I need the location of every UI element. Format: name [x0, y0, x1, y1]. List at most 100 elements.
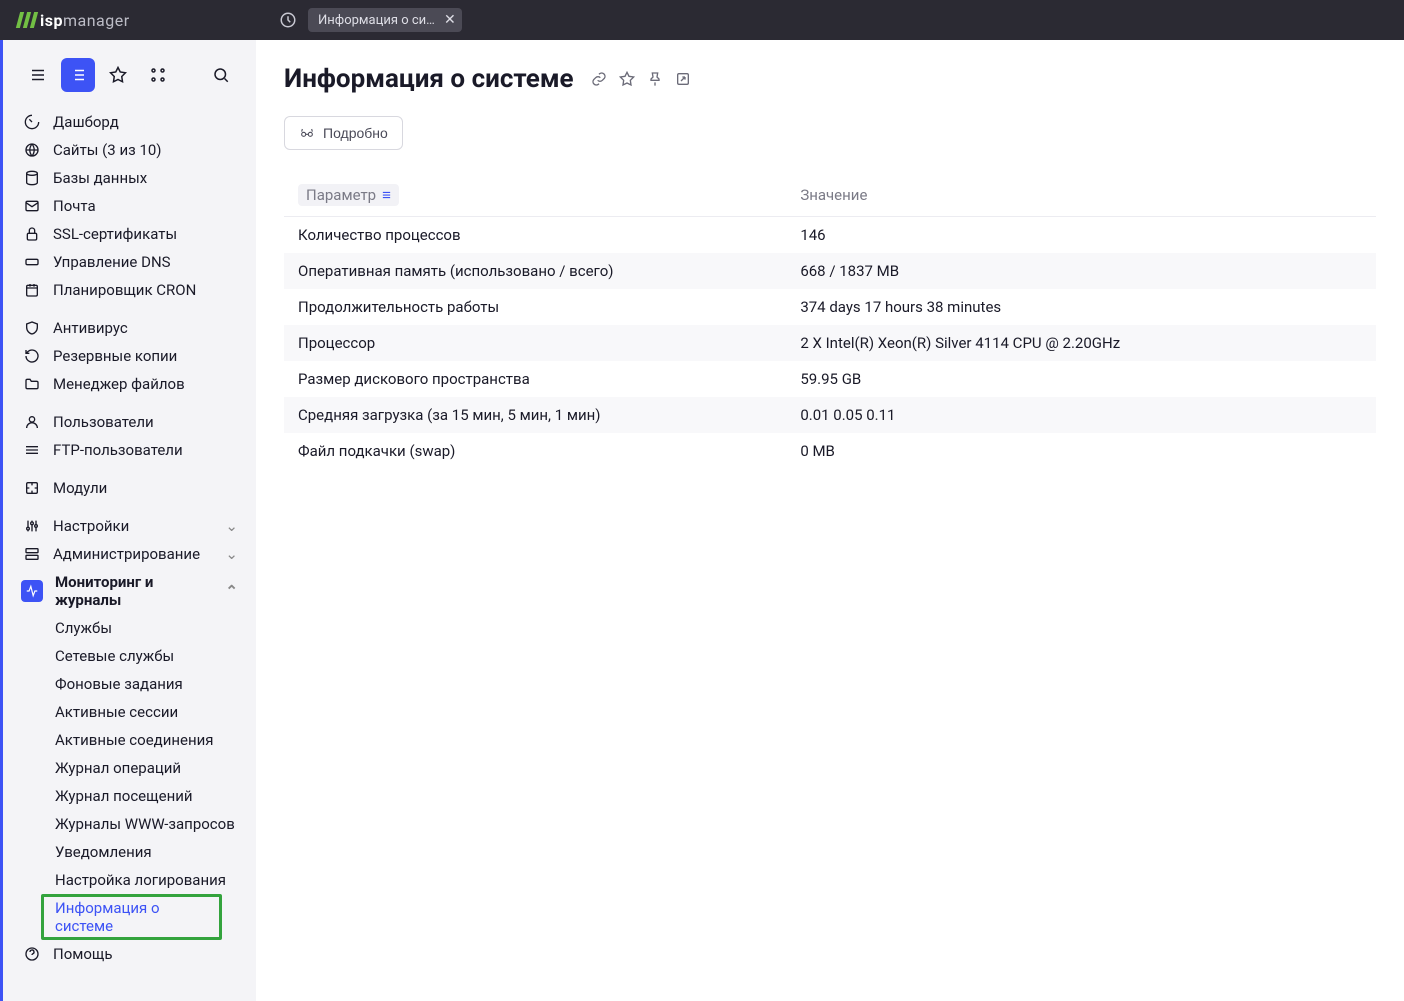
ftp-icon [23, 441, 41, 459]
submenu-sysinfo[interactable]: Информация о системе [41, 894, 222, 940]
sidebar-item-antivirus[interactable]: Антивирус [3, 314, 256, 342]
apps-icon[interactable] [141, 58, 175, 92]
database-icon [23, 169, 41, 187]
search-icon[interactable] [204, 58, 238, 92]
cell-value: 2 X Intel(R) Xeon(R) Silver 4114 CPU @ 2… [786, 325, 1376, 361]
brand-light: manager [63, 11, 130, 30]
submenu-connections[interactable]: Активные соединения [3, 726, 256, 754]
submenu-logging[interactable]: Настройка логирования [3, 866, 256, 894]
sidebar-item-label: Сайты (3 из 10) [53, 141, 162, 159]
cell-param: Оперативная память (использовано / всего… [284, 253, 786, 289]
sidebar-item-label: Мониторинг и журналы [55, 573, 213, 609]
cell-param: Процессор [284, 325, 786, 361]
server-icon [23, 545, 41, 563]
sidebar-item-filemanager[interactable]: Менеджер файлов [3, 370, 256, 398]
sidebar-item-dns[interactable]: Управление DNS [3, 248, 256, 276]
sidebar-item-monitoring[interactable]: Мониторинг и журналы ⌃ [3, 568, 256, 614]
dns-icon [23, 253, 41, 271]
cell-param: Размер дискового пространства [284, 361, 786, 397]
sidebar-item-db[interactable]: Базы данных [3, 164, 256, 192]
sidebar-item-label: SSL-сертификаты [53, 225, 177, 243]
sidebar-item-label: Модули [53, 479, 107, 497]
sort-icon: ≡ [382, 186, 391, 204]
brand-bars-icon [18, 12, 36, 28]
star-icon[interactable] [618, 70, 636, 88]
table-row[interactable]: Файл подкачки (swap)0 MB [284, 433, 1376, 469]
sidebar-item-users[interactable]: Пользователи [3, 408, 256, 436]
gauge-icon [23, 113, 41, 131]
glasses-icon [299, 125, 315, 141]
sysinfo-table: Параметр ≡ Значение Количество процессов1… [284, 174, 1376, 469]
chevron-down-icon: ⌄ [225, 517, 238, 535]
cell-value: 0 MB [786, 433, 1376, 469]
chevron-up-icon: ⌃ [225, 582, 238, 600]
submenu-netservices[interactable]: Сетевые службы [3, 642, 256, 670]
detail-button[interactable]: Подробно [284, 116, 403, 150]
history-icon[interactable] [276, 8, 300, 32]
refresh-icon [23, 347, 41, 365]
external-icon[interactable] [674, 70, 692, 88]
table-row[interactable]: Средняя загрузка (за 15 мин, 5 мин, 1 ми… [284, 397, 1376, 433]
sidebar-item-modules[interactable]: Модули [3, 474, 256, 502]
sidebar-item-label: Помощь [53, 945, 113, 963]
sidebar-item-help[interactable]: Помощь [3, 940, 256, 968]
submenu-services[interactable]: Службы [3, 614, 256, 642]
page-title: Информация о системе [284, 64, 574, 94]
folder-icon [23, 375, 41, 393]
pin-icon[interactable] [646, 70, 664, 88]
sidebar-item-backup[interactable]: Резервные копии [3, 342, 256, 370]
submenu-wwwlog[interactable]: Журналы WWW-запросов [3, 810, 256, 838]
sidebar-item-mail[interactable]: Почта [3, 192, 256, 220]
table-row[interactable]: Процессор2 X Intel(R) Xeon(R) Silver 411… [284, 325, 1376, 361]
table-row[interactable]: Оперативная память (использовано / всего… [284, 253, 1376, 289]
cell-value: 146 [786, 217, 1376, 254]
sidebar-item-label: Пользователи [53, 413, 154, 431]
cell-param: Количество процессов [284, 217, 786, 254]
table-row[interactable]: Размер дискового пространства59.95 GB [284, 361, 1376, 397]
sidebar-item-cron[interactable]: Планировщик CRON [3, 276, 256, 304]
sidebar-item-label: Администрирование [53, 545, 200, 563]
sidebar-item-label: Настройки [53, 517, 129, 535]
sidebar-item-ftp[interactable]: FTP-пользователи [3, 436, 256, 464]
hamburger-icon[interactable] [21, 58, 55, 92]
sidebar-item-settings[interactable]: Настройки ⌄ [3, 512, 256, 540]
sidebar-item-sites[interactable]: Сайты (3 из 10) [3, 136, 256, 164]
list-view-icon[interactable] [61, 58, 95, 92]
submenu-sessions[interactable]: Активные сессии [3, 698, 256, 726]
col-label: Параметр [306, 186, 376, 204]
sidebar-item-label: Управление DNS [53, 253, 171, 271]
sidebar-item-label: Менеджер файлов [53, 375, 185, 393]
sidebar-item-dashboard[interactable]: Дашборд [3, 108, 256, 136]
sidebar-item-ssl[interactable]: SSL-сертификаты [3, 220, 256, 248]
sidebar-item-admin[interactable]: Администрирование⌄ [3, 540, 256, 568]
sidebar-item-label: Базы данных [53, 169, 147, 187]
close-icon[interactable]: ✕ [444, 12, 456, 28]
sidebar-item-label: Дашборд [53, 113, 119, 131]
user-icon [23, 413, 41, 431]
activity-icon [21, 580, 43, 602]
sidebar-item-label: FTP-пользователи [53, 441, 183, 459]
cell-param: Средняя загрузка (за 15 мин, 5 мин, 1 ми… [284, 397, 786, 433]
calendar-icon [23, 281, 41, 299]
brand-bold: isp [40, 11, 63, 30]
sidebar: Дашборд Сайты (3 из 10) Базы данных Почт… [3, 40, 256, 1001]
tab-system-info[interactable]: Информация о сис... ✕ [308, 8, 462, 32]
cell-value: 59.95 GB [786, 361, 1376, 397]
help-icon [23, 945, 41, 963]
submenu-visitlog[interactable]: Журнал посещений [3, 782, 256, 810]
cell-value: 0.01 0.05 0.11 [786, 397, 1376, 433]
col-value-header[interactable]: Значение [786, 174, 1376, 217]
submenu-oplog[interactable]: Журнал операций [3, 754, 256, 782]
sidebar-item-label: Резервные копии [53, 347, 177, 365]
sidebar-item-label: Почта [53, 197, 96, 215]
tab-label: Информация о сис... [318, 13, 438, 28]
submenu-bgjobs[interactable]: Фоновые задания [3, 670, 256, 698]
col-param-header[interactable]: Параметр ≡ [284, 174, 786, 217]
table-row[interactable]: Количество процессов146 [284, 217, 1376, 254]
link-icon[interactable] [590, 70, 608, 88]
sidebar-item-label: Антивирус [53, 319, 128, 337]
table-row[interactable]: Продолжительность работы374 days 17 hour… [284, 289, 1376, 325]
cell-value: 374 days 17 hours 38 minutes [786, 289, 1376, 325]
star-icon[interactable] [101, 58, 135, 92]
submenu-notifications[interactable]: Уведомления [3, 838, 256, 866]
